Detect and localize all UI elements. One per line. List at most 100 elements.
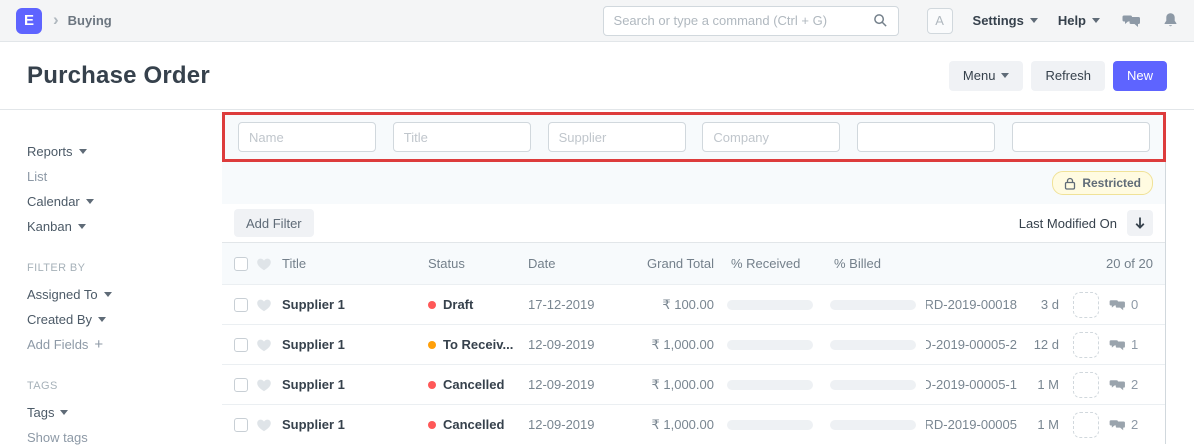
table-row[interactable]: Supplier 1 Cancelled 12-09-2019 ₹ 1,000.… — [222, 404, 1165, 444]
quick-filter-row-highlighted — [222, 112, 1166, 162]
table-row[interactable]: Supplier 1 Cancelled 12-09-2019 ₹ 1,000.… — [222, 364, 1165, 404]
row-document-id: -ORD-2019-00018 — [926, 297, 1017, 312]
filter-input-5[interactable] — [857, 122, 995, 152]
filter-by-heading: FILTER BY — [27, 262, 222, 274]
chevron-down-icon — [86, 199, 94, 204]
filter-input-title[interactable] — [393, 122, 531, 152]
row-status: Cancelled — [428, 377, 528, 392]
filter-input-company[interactable] — [702, 122, 840, 152]
assign-avatar-placeholder[interactable] — [1073, 332, 1099, 358]
header-grand-total[interactable]: Grand Total — [628, 256, 714, 271]
sidebar-item-kanban[interactable]: Kanban — [27, 219, 222, 233]
chevron-down-icon — [78, 224, 86, 229]
row-checkbox[interactable] — [234, 418, 248, 432]
billed-progress-bar — [830, 340, 916, 350]
header-title[interactable]: Title — [282, 256, 428, 271]
notifications-bell-icon[interactable] — [1163, 12, 1178, 29]
header-date[interactable]: Date — [528, 256, 628, 271]
like-filter-icon[interactable] — [256, 256, 282, 271]
like-icon[interactable] — [256, 417, 282, 432]
received-progress-bar — [727, 340, 813, 350]
chevron-down-icon — [1092, 18, 1100, 23]
status-label: Cancelled — [443, 377, 504, 392]
table-row[interactable]: Supplier 1 To Receiv... 12-09-2019 ₹ 1,0… — [222, 324, 1165, 364]
row-title[interactable]: Supplier 1 — [282, 417, 428, 432]
sidebar-item-assigned-to[interactable]: Assigned To — [27, 287, 222, 301]
status-dot-icon — [428, 421, 436, 429]
tags-heading: TAGS — [27, 380, 222, 392]
header-received[interactable]: % Received — [727, 256, 813, 271]
menu-label: Menu — [963, 68, 996, 83]
select-all-checkbox[interactable] — [234, 257, 248, 271]
restricted-row: Restricted — [222, 162, 1165, 204]
add-filter-button[interactable]: Add Filter — [234, 209, 314, 237]
filter-input-supplier[interactable] — [548, 122, 686, 152]
row-title[interactable]: Supplier 1 — [282, 377, 428, 392]
sort-by-label[interactable]: Last Modified On — [1019, 216, 1117, 231]
menu-button[interactable]: Menu — [949, 61, 1024, 91]
table-row[interactable]: Supplier 1 Draft 17-12-2019 ₹ 100.00 -OR… — [222, 284, 1165, 324]
row-date: 17-12-2019 — [528, 297, 628, 312]
row-date: 12-09-2019 — [528, 337, 628, 352]
assign-avatar-placeholder[interactable] — [1073, 372, 1099, 398]
list-label: List — [27, 169, 47, 184]
row-document-id: RD-2019-00005-1 — [926, 377, 1017, 392]
row-grand-total: ₹ 1,000.00 — [628, 417, 714, 433]
row-checkbox[interactable] — [234, 338, 248, 352]
sidebar-item-add-fields[interactable]: Add Fields + — [27, 337, 222, 351]
avatar[interactable]: A — [927, 8, 953, 34]
chevron-down-icon — [1030, 18, 1038, 23]
row-checkbox[interactable] — [234, 378, 248, 392]
assign-avatar-placeholder[interactable] — [1073, 412, 1099, 438]
row-title[interactable]: Supplier 1 — [282, 337, 428, 352]
billed-progress-bar — [830, 420, 916, 430]
chevron-down-icon — [104, 292, 112, 297]
chevron-down-icon — [1001, 73, 1009, 78]
chevron-down-icon — [60, 410, 68, 415]
received-progress-bar — [727, 420, 813, 430]
chevron-down-icon — [79, 149, 87, 154]
sidebar-item-show-tags[interactable]: Show tags — [27, 430, 222, 444]
row-document-id: RD-2019-00005-2 — [926, 337, 1017, 352]
refresh-button[interactable]: Refresh — [1031, 61, 1105, 91]
header-status[interactable]: Status — [428, 256, 528, 271]
result-count[interactable]: 20 of 20 — [916, 256, 1153, 271]
comment-count: 1 — [1109, 337, 1153, 352]
global-search[interactable] — [603, 6, 899, 36]
page-title: Purchase Order — [27, 62, 210, 90]
like-icon[interactable] — [256, 377, 282, 392]
sidebar-item-reports[interactable]: Reports — [27, 144, 222, 158]
sidebar-item-tags[interactable]: Tags — [27, 405, 222, 419]
settings-menu[interactable]: Settings — [973, 13, 1038, 28]
add-fields-label: Add Fields — [27, 337, 88, 352]
row-grand-total: ₹ 1,000.00 — [628, 377, 714, 393]
sidebar-item-calendar[interactable]: Calendar — [27, 194, 222, 208]
breadcrumb[interactable]: Buying — [68, 13, 112, 28]
sidebar: Reports List Calendar Kanban FILTER BY A… — [0, 110, 222, 446]
row-title[interactable]: Supplier 1 — [282, 297, 428, 312]
chat-icon[interactable] — [1122, 13, 1141, 29]
chevron-right-icon: › — [53, 10, 59, 30]
filter-input-6[interactable] — [1012, 122, 1150, 152]
search-input[interactable] — [614, 13, 873, 28]
like-icon[interactable] — [256, 297, 282, 312]
kanban-label: Kanban — [27, 219, 72, 234]
comment-count: 2 — [1109, 377, 1153, 392]
sort-direction-button[interactable] — [1127, 210, 1153, 236]
sidebar-item-list[interactable]: List — [27, 169, 222, 183]
row-modified-ago: 1 M — [1019, 377, 1059, 392]
billed-progress-bar — [830, 380, 916, 390]
row-checkbox[interactable] — [234, 298, 248, 312]
help-menu[interactable]: Help — [1058, 13, 1100, 28]
new-button[interactable]: New — [1113, 61, 1167, 91]
app-logo[interactable]: E — [16, 8, 42, 34]
search-icon — [873, 13, 888, 28]
row-date: 12-09-2019 — [528, 377, 628, 392]
row-status: To Receiv... — [428, 337, 528, 352]
filter-input-name[interactable] — [238, 122, 376, 152]
assign-avatar-placeholder[interactable] — [1073, 292, 1099, 318]
like-icon[interactable] — [256, 337, 282, 352]
sidebar-item-created-by[interactable]: Created By — [27, 312, 222, 326]
header-billed[interactable]: % Billed — [830, 256, 916, 271]
row-grand-total: ₹ 1,000.00 — [628, 337, 714, 353]
